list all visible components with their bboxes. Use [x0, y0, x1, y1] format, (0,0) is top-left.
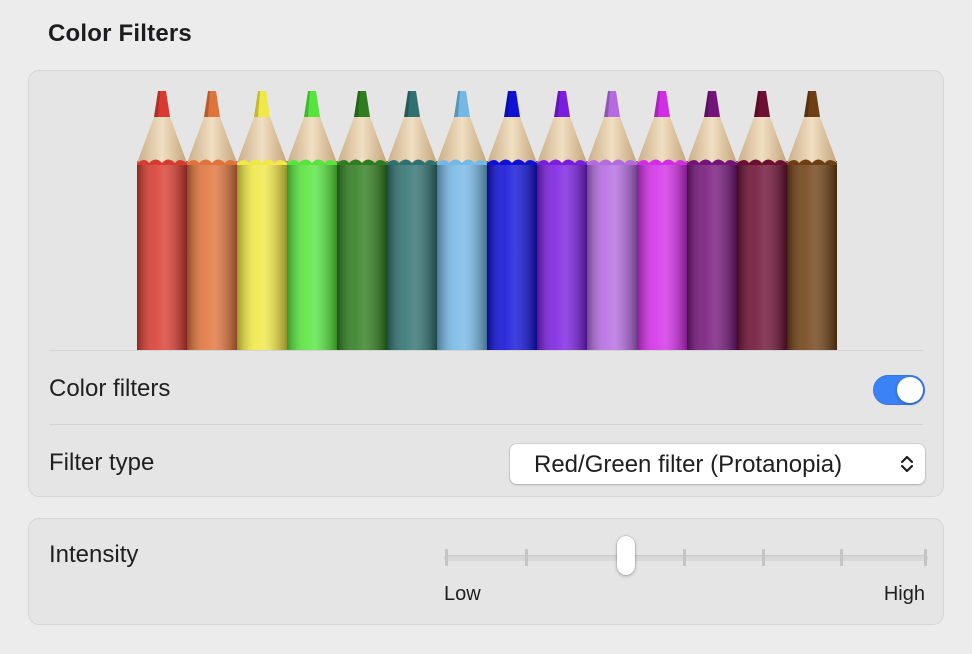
- pencil: [337, 91, 387, 351]
- pencil: [687, 91, 737, 351]
- pencil: [287, 91, 337, 351]
- filter-type-value: Red/Green filter (Protanopia): [534, 451, 843, 478]
- pencil: [537, 91, 587, 351]
- slider-tick: [924, 549, 928, 566]
- color-filters-toggle[interactable]: [873, 375, 925, 405]
- filter-type-select[interactable]: Red/Green filter (Protanopia): [510, 444, 925, 484]
- slider-tick: [445, 549, 449, 566]
- intensity-low-label: Low: [444, 583, 481, 605]
- intensity-card: Intensity Low High: [28, 518, 944, 625]
- color-pencils-preview: [137, 87, 837, 351]
- pencil: [737, 91, 787, 351]
- pencil: [137, 91, 187, 351]
- pencil: [637, 91, 687, 351]
- pencil: [387, 91, 437, 351]
- intensity-slider[interactable]: [444, 535, 928, 575]
- color-filters-label: Color filters: [49, 375, 171, 402]
- toggle-knob: [897, 377, 923, 403]
- pencil: [237, 91, 287, 351]
- slider-thumb[interactable]: [616, 536, 635, 575]
- divider: [49, 424, 923, 425]
- section-title: Color Filters: [48, 20, 192, 47]
- color-filters-card: Color filters Filter type Red/Green filt…: [28, 70, 944, 497]
- pencil: [787, 91, 837, 351]
- slider-tick: [682, 549, 686, 566]
- pencils-image: [137, 91, 837, 351]
- pencil: [487, 91, 537, 351]
- pencil: [187, 91, 237, 351]
- slider-track: [444, 555, 928, 561]
- intensity-high-label: High: [883, 583, 925, 605]
- up-down-chevron-icon: [900, 455, 914, 473]
- slider-tick: [839, 549, 843, 566]
- intensity-label: Intensity: [49, 541, 139, 568]
- pencil: [437, 91, 487, 351]
- slider-tick: [525, 549, 529, 566]
- pencil: [587, 91, 637, 351]
- slider-tick: [762, 549, 766, 566]
- divider: [49, 350, 923, 351]
- filter-type-label: Filter type: [49, 449, 155, 476]
